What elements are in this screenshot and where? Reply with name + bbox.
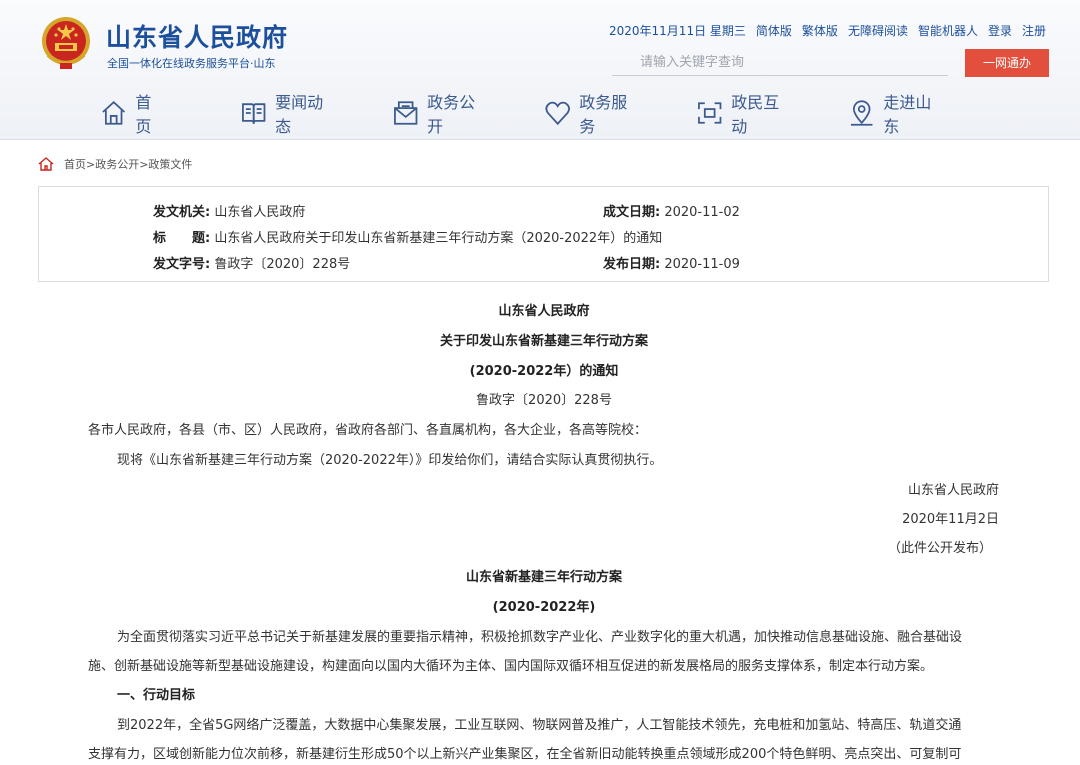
nav-services-label: 政务服务 (579, 93, 628, 136)
doc-number-value: 鲁政字〔2020〕228号 (214, 257, 351, 272)
signature-date: 2020年11月2日 (902, 512, 999, 527)
nav-shandong-label: 走进山东 (883, 93, 932, 136)
written-date-label: 成文日期: (603, 205, 661, 220)
nav-home[interactable]: 首 页 (100, 93, 172, 136)
recipients: 各市人民政府，各县（市、区）人民政府，省政府各部门、各直属机构，各大企业，各高等… (88, 423, 648, 438)
publish-date-value: 2020-11-09 (664, 257, 740, 272)
written-date-row: 成文日期: 2020-11-02 (603, 201, 740, 220)
notice-text: 现将《山东省新基建三年行动方案（2020-2022年）》印发给你们，请结合实际认… (117, 453, 663, 468)
title-label: 标 题: (153, 231, 211, 246)
top-links: 2020年11月11日 星期三 简体版 繁体版 无障碍阅读 智能机器人 登录 注… (609, 22, 1046, 39)
doc-number-label: 发文字号: (153, 257, 211, 272)
paragraph-1-line-1: 为全面贯彻落实习近平总书记关于新基建发展的重要指示精神，积极抢抓数字产业化、产业… (117, 630, 963, 645)
doc-heading-title: 关于印发山东省新基建三年行动方案 (439, 334, 648, 349)
nav-public-affairs[interactable]: 政务公开 (392, 93, 490, 136)
nav-interaction[interactable]: 政民互动 (696, 93, 794, 136)
book-icon (241, 103, 266, 124)
title-row: 标 题: 山东省人民政府关于印发山东省新基建三年行动方案（2020-2022年）… (153, 227, 662, 246)
link-simplified[interactable]: 简体版 (756, 22, 792, 39)
doc-number-row: 发文字号: 鲁政字〔2020〕228号 (153, 253, 350, 272)
link-register[interactable]: 注册 (1022, 22, 1046, 39)
main-nav: 首 页 要闻动态 政务公开 政务服务 政民互动 走进山东 (100, 93, 1000, 136)
site-subtitle: 全国一体化在线政务服务平台·山东 (107, 57, 276, 70)
written-date-value: 2020-11-02 (664, 205, 740, 220)
one-stop-service-button[interactable]: 一网通办 (965, 49, 1049, 77)
interact-icon (697, 102, 722, 124)
mail-icon (393, 101, 418, 125)
national-emblem-icon (42, 17, 90, 69)
link-traditional[interactable]: 繁体版 (802, 22, 838, 39)
heart-icon (545, 101, 570, 126)
document-meta-box: 发文机关: 山东省人民政府 成文日期: 2020-11-02 标 题: 山东省人… (38, 186, 1049, 282)
link-smart-robot[interactable]: 智能机器人 (918, 22, 978, 39)
paragraph-2-line-2: 支撑有力，区域创新能力位次前移，新基建衍生形成50个以上新兴产业集聚区，在全省新… (88, 747, 962, 762)
paragraph-1-line-2: 施、创新基础设施等新型基础设施建设，构建面向以国内大循环为主体、国内国际双循环相… (88, 659, 934, 674)
nav-public-affairs-label: 政务公开 (427, 93, 476, 136)
nav-home-label: 首 页 (135, 93, 152, 136)
nav-services[interactable]: 政务服务 (544, 93, 642, 136)
home-icon (102, 101, 126, 125)
publish-date-row: 发布日期: 2020-11-09 (603, 253, 740, 272)
home-icon[interactable] (38, 157, 54, 171)
doc-number: 鲁政字〔2020〕228号 (476, 393, 612, 408)
issuer-row: 发文机关: 山东省人民政府 (153, 201, 305, 220)
plan-years: (2020-2022年) (492, 600, 596, 615)
doc-heading-years: (2020-2022年）的通知 (469, 364, 619, 379)
search-input[interactable] (612, 50, 948, 76)
signature-org: 山东省人民政府 (907, 483, 999, 498)
nav-news[interactable]: 要闻动态 (240, 93, 338, 136)
nav-interaction-label: 政民互动 (731, 93, 780, 136)
doc-heading-issuer: 山东省人民政府 (498, 304, 590, 319)
current-date: 2020年11月11日 星期三 (609, 24, 746, 38)
publish-note: （此件公开发布） (887, 541, 992, 556)
issuer-label: 发文机关: (153, 205, 211, 220)
nav-news-label: 要闻动态 (275, 93, 324, 136)
section-heading-goals: 一、行动目标 (117, 688, 196, 703)
nav-shandong[interactable]: 走进山东 (848, 93, 946, 136)
publish-date-label: 发布日期: (603, 257, 661, 272)
link-accessible-reading[interactable]: 无障碍阅读 (848, 22, 908, 39)
site-header: 山东省人民政府 全国一体化在线政务服务平台·山东 2020年11月11日 星期三… (0, 0, 1080, 140)
paragraph-2-line-1: 到2022年，全省5G网络广泛覆盖，大数据中心集聚发展，工业互联网、物联网普及推… (117, 718, 962, 733)
plan-title: 山东省新基建三年行动方案 (465, 570, 622, 585)
link-login[interactable]: 登录 (988, 22, 1012, 39)
title-value: 山东省人民政府关于印发山东省新基建三年行动方案（2020-2022年）的通知 (214, 231, 663, 246)
issuer-value: 山东省人民政府 (214, 205, 306, 220)
site-title: 山东省人民政府 (106, 23, 289, 52)
location-icon (850, 100, 873, 126)
breadcrumb: 首页>政务公开>政策文件 (38, 156, 192, 172)
breadcrumb-path[interactable]: 首页>政务公开>政策文件 (64, 156, 192, 172)
